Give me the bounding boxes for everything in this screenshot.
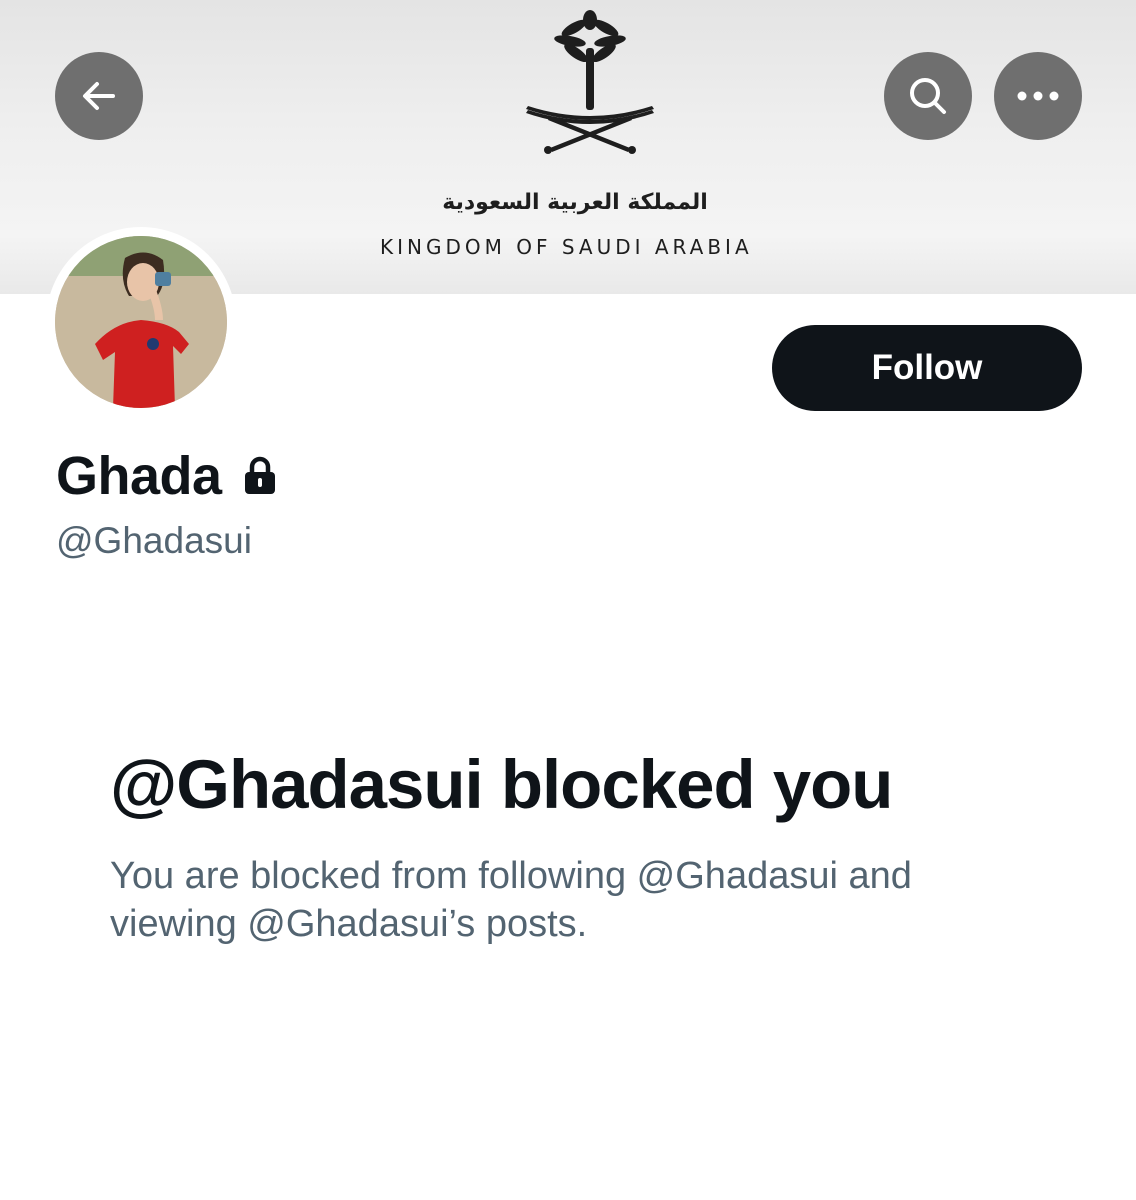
arrow-left-icon bbox=[83, 82, 115, 110]
blocked-title: @Ghadasui blocked you bbox=[110, 746, 893, 823]
search-button[interactable] bbox=[884, 52, 972, 140]
lock-icon bbox=[244, 456, 275, 494]
profile-display-name: Ghada bbox=[56, 446, 222, 506]
avatar-image bbox=[55, 236, 227, 408]
avatar[interactable] bbox=[46, 227, 236, 417]
profile-handle: @Ghadasui bbox=[56, 520, 252, 561]
more-horizontal-icon bbox=[1017, 91, 1059, 101]
profile-name-row: Ghada bbox=[56, 446, 278, 506]
back-button[interactable] bbox=[55, 52, 143, 140]
more-button[interactable] bbox=[994, 52, 1082, 140]
follow-button[interactable]: Follow bbox=[772, 325, 1082, 411]
search-icon bbox=[910, 78, 946, 114]
banner-english-text: KINGDOM OF SAUDI ARABIA bbox=[380, 235, 753, 259]
palm-and-swords-emblem bbox=[526, 10, 654, 154]
child-photo-illustration bbox=[55, 236, 227, 408]
banner-arabic-text: المملكة العربية السعودية bbox=[442, 190, 708, 215]
blocked-description: You are blocked from following @Ghadasui… bbox=[110, 855, 912, 945]
